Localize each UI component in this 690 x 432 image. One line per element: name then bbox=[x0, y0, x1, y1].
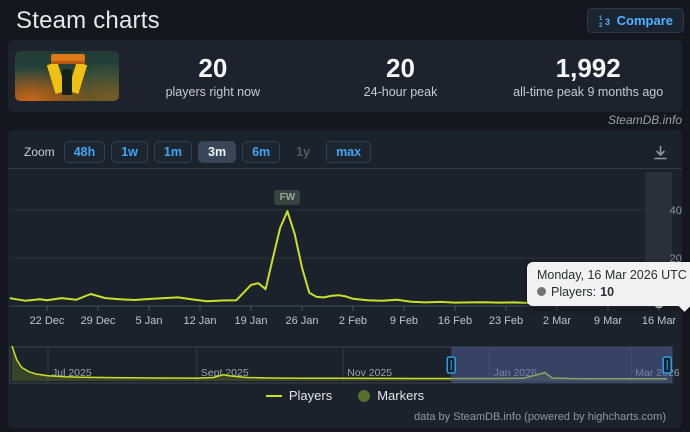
x-axis-label: 9 Feb bbox=[390, 315, 418, 327]
svg-text:3: 3 bbox=[605, 17, 610, 27]
x-axis-label: 2 Mar bbox=[543, 315, 571, 327]
tooltip-series-dot bbox=[537, 287, 546, 296]
x-axis-label: 2 Feb bbox=[339, 315, 367, 327]
x-axis-label: 16 Mar bbox=[642, 315, 677, 327]
tooltip-date: Monday, 16 Mar 2026 UTC bbox=[537, 268, 687, 282]
stat-value: 20 bbox=[119, 53, 307, 83]
navigator-handle-right[interactable] bbox=[663, 357, 671, 373]
stat-label: all-time peak 9 months ago bbox=[494, 85, 682, 99]
stat-current-players: 20 players right now bbox=[119, 53, 307, 99]
navigator-month-label: Jan 2026 bbox=[494, 367, 537, 379]
stat-24h-peak: 20 24-hour peak bbox=[307, 53, 495, 99]
tooltip-value: 10 bbox=[600, 285, 614, 299]
navigator-month-label: Nov 2025 bbox=[347, 367, 392, 379]
capsule-art bbox=[51, 54, 85, 64]
capsule-art bbox=[62, 69, 72, 95]
navigator-outline bbox=[10, 347, 672, 383]
svg-text:1: 1 bbox=[599, 16, 603, 22]
chart-area: 400200022 Dec29 Dec5 Jan12 Jan19 Jan26 J… bbox=[8, 130, 682, 428]
chart-panel: Zoom 48h1w1m3m6m1ymax 400200022 Dec29 De… bbox=[8, 130, 682, 428]
x-axis-label: 9 Mar bbox=[594, 315, 622, 327]
chart-tooltip: Monday, 16 Mar 2026 UTC Players: 10 bbox=[527, 262, 690, 306]
stat-label: players right now bbox=[119, 85, 307, 99]
stat-alltime-peak: 1,992 all-time peak 9 months ago bbox=[494, 53, 682, 99]
page-title: Steam charts bbox=[16, 7, 160, 35]
x-axis-label: 5 Jan bbox=[136, 315, 163, 327]
navigator-month-label: Mar 2026 bbox=[635, 367, 680, 379]
legend-label: Players bbox=[289, 388, 332, 403]
legend-line-swatch bbox=[266, 395, 282, 397]
navigator-handle-left[interactable] bbox=[447, 357, 455, 373]
stats-panel: 20 players right now 20 24-hour peak 1,9… bbox=[8, 40, 682, 112]
steamdb-watermark: SteamDB.info bbox=[608, 113, 682, 127]
x-axis-label: 26 Jan bbox=[285, 315, 318, 327]
stat-label: 24-hour peak bbox=[307, 85, 495, 99]
navigator-series-line bbox=[12, 346, 667, 379]
x-axis-label: 29 Dec bbox=[81, 315, 116, 327]
game-capsule-image[interactable] bbox=[15, 51, 119, 101]
navigator-month-label: Jul 2025 bbox=[52, 367, 92, 379]
chart-legend: Players Markers bbox=[8, 388, 682, 403]
stats-columns: 20 players right now 20 24-hour peak 1,9… bbox=[119, 53, 682, 99]
y-axis-label: 400 bbox=[670, 205, 682, 217]
stat-value: 20 bbox=[307, 53, 495, 83]
legend-item-players[interactable]: Players bbox=[266, 388, 332, 403]
tooltip-row: Players: 10 bbox=[537, 285, 687, 299]
navigator-month-label: Sept 2025 bbox=[201, 367, 249, 379]
legend-label: Markers bbox=[377, 388, 424, 403]
navigator-area-fill bbox=[12, 346, 667, 381]
tooltip-series-name: Players bbox=[551, 285, 593, 299]
credits: data by SteamDB.info (powered by highcha… bbox=[414, 411, 666, 423]
event-flag-fw[interactable]: FW bbox=[274, 190, 300, 205]
x-axis-label: 23 Feb bbox=[489, 315, 523, 327]
navigator-selected-range[interactable] bbox=[451, 347, 672, 383]
page-header: Steam charts 1 2 3 Compare bbox=[0, 0, 690, 40]
x-axis-label: 22 Dec bbox=[30, 315, 65, 327]
legend-item-markers[interactable]: Markers bbox=[358, 388, 424, 403]
x-axis-label: 12 Jan bbox=[183, 315, 216, 327]
svg-text:2: 2 bbox=[599, 23, 603, 28]
compare-button[interactable]: 1 2 3 Compare bbox=[587, 8, 684, 33]
compare-icon: 1 2 3 bbox=[598, 14, 612, 28]
compare-label: Compare bbox=[617, 13, 673, 28]
x-axis-label: 16 Feb bbox=[438, 315, 472, 327]
stat-value: 1,992 bbox=[494, 53, 682, 83]
x-axis-label: 19 Jan bbox=[234, 315, 267, 327]
legend-circle-swatch bbox=[358, 390, 370, 402]
